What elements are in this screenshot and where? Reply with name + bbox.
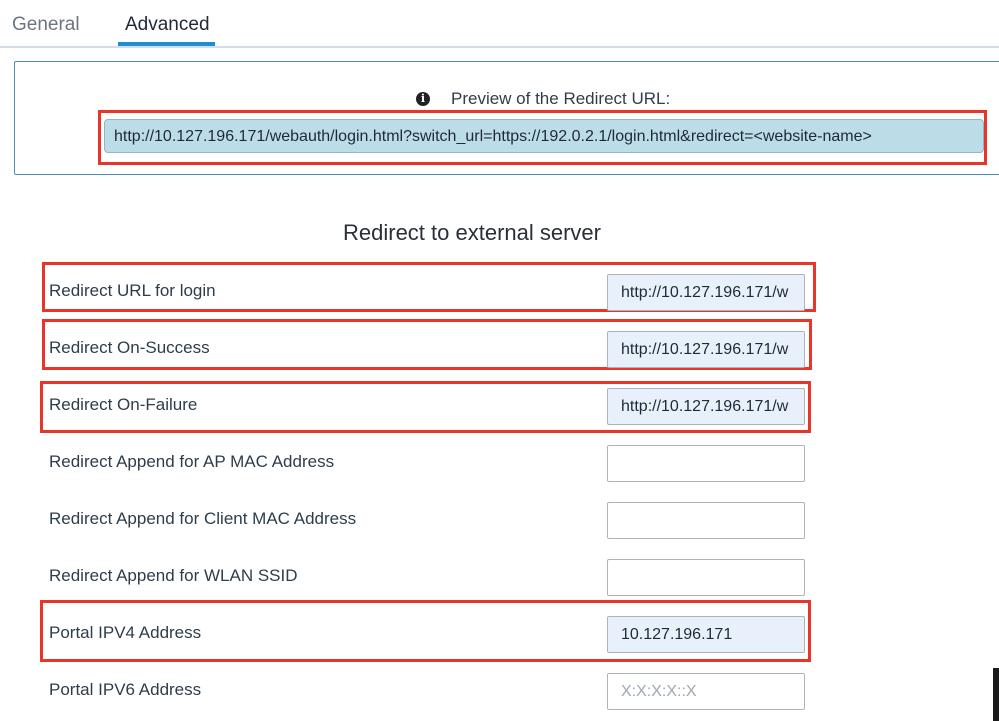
portal-ipv6-input[interactable] [607, 673, 805, 710]
info-icon: i [416, 92, 430, 106]
tab-advanced[interactable]: Advanced [125, 14, 210, 36]
redirect-failure-input[interactable] [607, 388, 805, 425]
append-wlan-ssid-input[interactable] [607, 559, 805, 596]
preview-highlight-box [98, 110, 987, 165]
window-edge [993, 668, 999, 721]
tab-general[interactable]: General [12, 14, 80, 36]
redirect-failure-label: Redirect On-Failure [49, 395, 198, 414]
redirect-login-label: Redirect URL for login [49, 281, 216, 300]
append-ap-mac-input[interactable] [607, 445, 805, 482]
redirect-success-input[interactable] [607, 331, 805, 368]
append-client-mac-label: Redirect Append for Client MAC Address [49, 509, 357, 528]
preview-label: Preview of the Redirect URL: [451, 89, 671, 108]
append-client-mac-input[interactable] [607, 502, 805, 539]
redirect-success-label: Redirect On-Success [49, 338, 210, 357]
portal-ipv4-label: Portal IPV4 Address [49, 623, 202, 642]
portal-ipv4-input[interactable] [607, 616, 805, 653]
append-ap-mac-label: Redirect Append for AP MAC Address [49, 452, 335, 471]
redirect-login-input[interactable] [607, 274, 805, 311]
append-wlan-ssid-label: Redirect Append for WLAN SSID [49, 566, 298, 585]
section-title: Redirect to external server [343, 220, 601, 245]
portal-ipv6-label: Portal IPV6 Address [49, 680, 202, 699]
tabs-divider [0, 46, 999, 48]
